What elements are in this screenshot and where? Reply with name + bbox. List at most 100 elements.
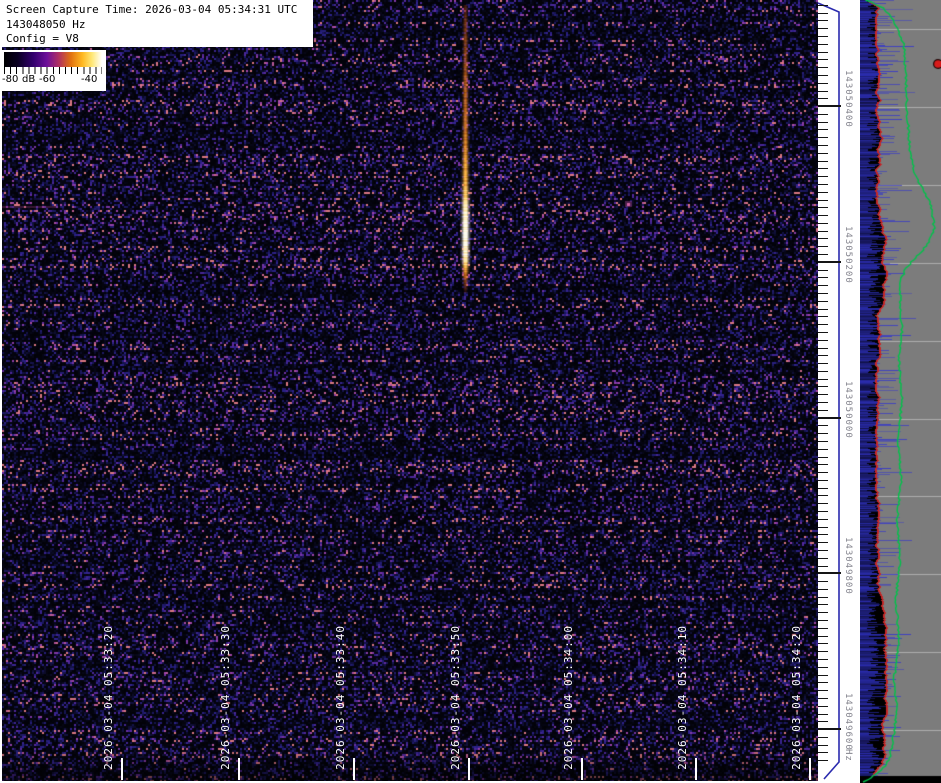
freq-minor-tick <box>818 457 828 458</box>
freq-minor-tick <box>818 52 828 53</box>
freq-major-tick <box>818 261 841 263</box>
freq-minor-tick <box>818 270 828 271</box>
freq-minor-tick <box>818 285 828 286</box>
freq-minor-tick <box>818 129 828 130</box>
freq-minor-tick <box>818 13 828 14</box>
freq-minor-tick <box>818 659 828 660</box>
freq-minor-tick <box>818 612 828 613</box>
freq-minor-tick <box>818 379 828 380</box>
freq-minor-tick <box>818 36 828 37</box>
freq-minor-tick <box>818 760 828 761</box>
time-tick-mark <box>581 758 583 780</box>
freq-minor-tick <box>818 519 828 520</box>
capture-info-box: Screen Capture Time: 2026-03-04 05:34:31… <box>0 0 313 47</box>
frequency-ruler: 143050400 143050200 143050000 143049800 … <box>818 0 860 783</box>
center-frequency-text: 143048050 Hz <box>6 18 313 33</box>
freq-minor-tick <box>818 597 828 598</box>
freq-minor-tick <box>818 309 828 310</box>
freq-minor-tick <box>818 122 828 123</box>
freq-minor-tick <box>818 721 828 722</box>
freq-minor-tick <box>818 714 828 715</box>
colorbar-label-max: -40 <box>81 74 97 85</box>
freq-minor-tick <box>818 698 828 699</box>
freq-minor-tick <box>818 301 828 302</box>
colorbar-label-mid: -60 <box>39 74 55 85</box>
spectrum-capture-window: Screen Capture Time: 2026-03-04 05:34:31… <box>0 0 941 783</box>
freq-minor-tick <box>818 348 828 349</box>
freq-minor-tick <box>818 200 828 201</box>
spectrum-side-panel <box>860 0 941 783</box>
time-tick-label: 2026-03-04 05:34:20 <box>790 625 803 770</box>
freq-minor-tick <box>818 675 828 676</box>
freq-minor-tick <box>818 581 828 582</box>
freq-minor-tick <box>818 324 828 325</box>
freq-minor-tick <box>818 215 828 216</box>
freq-minor-tick <box>818 449 828 450</box>
freq-minor-tick <box>818 238 828 239</box>
freq-minor-tick <box>818 667 828 668</box>
freq-minor-tick <box>818 620 828 621</box>
waterfall-spectrogram <box>2 0 818 781</box>
freq-minor-tick <box>818 472 828 473</box>
freq-minor-tick <box>818 682 828 683</box>
freq-major-tick <box>818 728 841 730</box>
time-tick-mark <box>695 758 697 780</box>
freq-minor-tick <box>818 5 828 6</box>
config-text: Config = V8 <box>6 32 313 47</box>
freq-minor-tick <box>818 363 828 364</box>
time-tick-label: 2026-03-04 05:34:10 <box>676 625 689 770</box>
colorbar-gradient <box>4 52 102 67</box>
freq-minor-tick <box>818 480 828 481</box>
freq-minor-tick <box>818 223 828 224</box>
freq-minor-tick <box>818 355 828 356</box>
time-tick-mark <box>468 758 470 780</box>
freq-minor-tick <box>818 566 828 567</box>
freq-minor-tick <box>818 44 828 45</box>
freq-minor-tick <box>818 91 828 92</box>
freq-major-tick <box>818 105 841 107</box>
freq-minor-tick <box>818 145 828 146</box>
colorbar-label-min: -80 <box>2 74 18 85</box>
freq-minor-tick <box>818 527 828 528</box>
freq-minor-tick <box>818 161 828 162</box>
freq-minor-tick <box>818 589 828 590</box>
freq-minor-tick <box>818 254 828 255</box>
freq-minor-tick <box>818 98 828 99</box>
freq-minor-tick <box>818 394 828 395</box>
freq-tick-label: 143049600 <box>843 693 853 751</box>
freq-minor-tick <box>818 488 828 489</box>
freq-minor-tick <box>818 511 828 512</box>
time-tick-mark <box>238 758 240 780</box>
freq-minor-tick <box>818 410 828 411</box>
freq-minor-tick <box>818 340 828 341</box>
freq-minor-tick <box>818 752 828 753</box>
freq-minor-tick <box>818 464 828 465</box>
time-tick-label: 2026-03-04 05:33:40 <box>334 625 347 770</box>
freq-minor-tick <box>818 706 828 707</box>
freq-minor-tick <box>818 75 828 76</box>
freq-minor-tick <box>818 137 828 138</box>
colorbar-tick-marks <box>4 67 102 74</box>
colorbar-unit-label: dB <box>22 74 35 85</box>
freq-major-tick <box>818 572 841 574</box>
freq-minor-tick <box>818 231 828 232</box>
freq-minor-tick <box>818 503 828 504</box>
time-tick-label: 2026-03-04 05:33:30 <box>219 625 232 770</box>
freq-minor-tick <box>818 737 828 738</box>
freq-tick-label: 143050000 <box>843 381 853 439</box>
time-tick-mark <box>353 758 355 780</box>
freq-minor-tick <box>818 690 828 691</box>
time-tick-mark <box>809 758 811 780</box>
freq-minor-tick <box>818 542 828 543</box>
ruler-axis-line <box>818 0 860 783</box>
freq-minor-tick <box>818 558 828 559</box>
freq-minor-tick <box>818 534 828 535</box>
freq-minor-tick <box>818 332 828 333</box>
freq-major-tick <box>818 417 841 419</box>
freq-minor-tick <box>818 153 828 154</box>
freq-minor-tick <box>818 402 828 403</box>
time-tick-label: 2026-03-04 05:34:00 <box>562 625 575 770</box>
freq-tick-label: 143050200 <box>843 226 853 284</box>
time-tick-label: 2026-03-04 05:33:20 <box>102 625 115 770</box>
freq-minor-tick <box>818 636 828 637</box>
